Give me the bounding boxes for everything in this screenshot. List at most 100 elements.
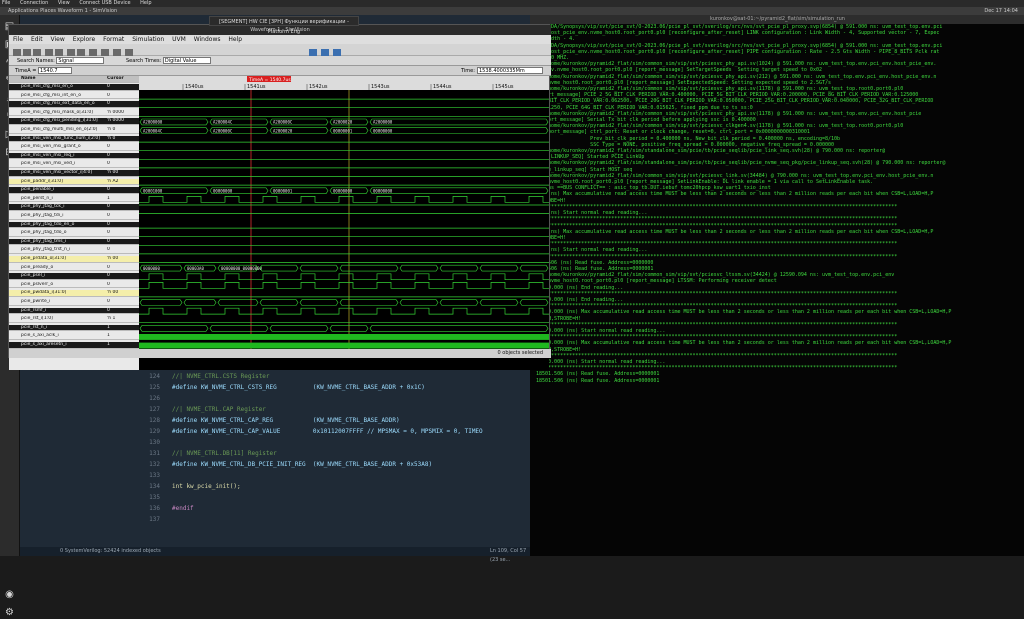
signal-row[interactable]: pcie_s_axi_aresetn_i 1 [9, 342, 139, 349]
menu-help[interactable]: Help [228, 36, 242, 43]
menu-format[interactable]: Format [103, 36, 124, 43]
signal-row[interactable]: pcie_msi_cfg_msi_pending_i[31:0] 'h 0000 [9, 118, 139, 125]
code-line[interactable]: //| NVME_CTRL.DB[11] Register [172, 450, 277, 457]
terminal-window[interactable]: kuronkov@sat-01:~/pyramid2_flat/sim/simu… [530, 15, 1024, 556]
waveform-plot[interactable]: 1540us 1541us 1542us 1543us 1544us 1545us Time… [139, 70, 549, 370]
timeA-input[interactable]: 1540.7 [38, 67, 73, 74]
search-bar: Search Names: Signal Search Times: Digit… [9, 56, 551, 66]
waveform-svg[interactable]: 1540us 1541us 1542us 1543us 1544us 1545us Time… [139, 70, 549, 366]
bus-value-label: 00000001 [273, 189, 293, 194]
menu-file[interactable]: File [0, 0, 10, 6]
signal-row[interactable]: pcie_phy_jtag_tdo_en_o 0 [9, 221, 139, 229]
account-icon[interactable]: ◉ [4, 589, 16, 601]
signal-row[interactable]: pcie_phy_jtag_tms_i 0 [9, 238, 139, 246]
terminal-tab[interactable]: kuronkov@sat-01:~/pyramid2_flat/sim/simu… [530, 15, 1024, 24]
bus-segment [299, 299, 339, 306]
signal-row[interactable]: pcie_rst_n_i 1 [9, 324, 139, 332]
signal-row[interactable]: pcie_pwdata_i[31:0] 'h 00 [9, 290, 139, 297]
menu-simulation[interactable]: Simulation [132, 36, 164, 43]
code-line[interactable]: //| NVME_CTRL.CAP Register [172, 406, 266, 413]
signal-row[interactable]: pcie_msi_cfg_msi_en_o 0 [9, 84, 139, 91]
signal-name: pcie_s_axi_aclk_i [21, 333, 59, 339]
search-names-input[interactable]: Signal [56, 57, 105, 64]
bus-segment [399, 264, 439, 272]
search-times-label: Search Times: [126, 58, 162, 64]
popup-title[interactable]: [SEGMENT] HW CIE [3PH] Функции верификац… [209, 16, 359, 35]
clock-band [139, 334, 549, 340]
bus-segment [479, 264, 519, 272]
signal-row[interactable]: pcie_phy_jtag_tdo_o 0 [9, 230, 139, 237]
signal-row[interactable]: pcie_prdata_o[31:0] 'h 00 [9, 256, 139, 263]
signal-row[interactable]: pcie_msi_ven_msi_func_num_i[2:0] 'h 0 [9, 135, 139, 143]
signal-row[interactable]: pcie_pready_o 0 [9, 265, 139, 272]
signal-cursor-value: 0 [107, 299, 110, 304]
menu-edit[interactable]: Edit [31, 36, 43, 43]
code-area[interactable]: 124 //| NVME_CTRL.CSTS Register 125 #define… [140, 373, 530, 533]
code-line[interactable]: #define KW_NVME_CTRL_DB_PCIE_INIT_REG (K… [172, 461, 432, 468]
signal-name: pcie_msi_cfg_msi_pending_i[31:0] [21, 118, 98, 124]
signal-row[interactable]: pcie_msi_cfg_msi_ext_data_en_o 0 [9, 101, 139, 108]
signal-cursor-value: 'h 0000 [107, 109, 124, 115]
menu-view[interactable]: View [51, 36, 65, 43]
menu-connection[interactable]: Connection [18, 0, 48, 6]
code-line[interactable]: //| NVME_CTRL.CSTS Register [172, 373, 270, 380]
line-number: 133 [149, 472, 160, 479]
signal-row[interactable]: pcie_phy_jtag_trst_n_i 0 [9, 247, 139, 254]
bus-value-label: A2000000 [143, 120, 163, 125]
signal-row[interactable]: pcie_pwrite_i 0 [9, 299, 139, 306]
menu-view[interactable]: View [56, 0, 70, 6]
signal-name: pcie_phy_jtag_tdi_i [21, 213, 64, 218]
signal-row[interactable]: pcie_msi_ven_msi_ved_i 0 [9, 161, 139, 168]
activities-menu[interactable]: Applications Places Waveform 1 - SimVisi… [8, 8, 117, 14]
search-times-select[interactable]: Digital Value [162, 57, 211, 64]
menu-explore[interactable]: Explore [73, 36, 96, 43]
cursor-header[interactable]: Cursor [107, 76, 124, 82]
signal-row[interactable]: pcie_s_axi_aclk_i 1 [9, 333, 139, 340]
signal-cursor-value: 0 [107, 204, 110, 210]
signal-name: pcie_msi_ven_msi_ved_i [21, 161, 76, 167]
cursor-position[interactable]: Ln 109, Col 57 (23 se... [490, 547, 530, 565]
menu-file[interactable]: File [13, 36, 23, 43]
signal-name: pcie_perst_n_i [21, 195, 53, 201]
menu-help[interactable]: Help [138, 0, 151, 6]
code-line[interactable]: #define KW_NVME_CTRL_CSTS_REG (KW_NVME_C… [172, 384, 425, 391]
signal-row[interactable]: pcie_pslverr_o 0 [9, 282, 139, 289]
signal-name: pcie_phy_jtag_tck_i [21, 204, 65, 210]
menu-connect-usb[interactable]: Connect USB Device [77, 0, 130, 6]
signal-row[interactable]: pcie_msi_ven_msi_grant_o 0 [9, 144, 139, 151]
signal-cursor-value: 0 [107, 221, 110, 227]
signal-list[interactable]: Name Cursor pcie_msi_cfg_msi_en_o 0 pcie_m… [9, 76, 139, 370]
bus-segment [369, 325, 549, 332]
signal-row[interactable]: pcie_phy_jtag_tdi_i 0 [9, 213, 139, 220]
menu-windows[interactable]: Windows [194, 36, 221, 43]
code-line[interactable]: int kw_pcie_init(); [172, 483, 241, 490]
signal-row[interactable]: pcie_rsmf_i 0 [9, 307, 139, 315]
time-input[interactable]: 1538.4000335Mm [477, 67, 543, 74]
signal-row[interactable]: pcie_msi_ven_msi_req_i 0 [9, 152, 139, 160]
ruler-tick-label: 1541us [247, 84, 266, 90]
signal-row[interactable]: pcie_msi_cfg_msi_int_en_o 0 [9, 93, 139, 100]
bus-value-label: A2000000 [373, 120, 393, 125]
signal-name: pcie_msi_ven_msi_grant_o [21, 144, 81, 150]
signal-row[interactable]: pcie_rst_i[1:0] 'h 1 [9, 316, 139, 323]
signal-row[interactable]: pcie_msi_cfg_multi_msi_en_o[2:0] 'h 0 [9, 127, 139, 134]
signal-row[interactable]: pcie_psel_i 0 [9, 273, 139, 280]
line-number: 129 [149, 428, 160, 435]
menu-uvm[interactable]: UVM [172, 36, 186, 43]
signal-cursor-value: 'h 00 [107, 290, 119, 296]
code-line[interactable]: #define KW_NVME_CTRL_CAP_REG (KW_NVME_CT… [172, 417, 400, 424]
settings-icon[interactable]: ⚙ [4, 607, 16, 619]
code-line[interactable]: #endif [172, 505, 194, 512]
signal-row[interactable]: pcie_msi_cfg_msi_mask_o[31:0] 'h 0000 [9, 110, 139, 117]
signal-row[interactable]: pcie_penable_i 0 [9, 187, 139, 194]
signal-name: pcie_phy_jtag_trst_n_i [21, 247, 71, 253]
signal-row[interactable]: pcie_phy_jtag_tck_i 0 [9, 204, 139, 211]
bus-segment [139, 325, 209, 332]
signal-row[interactable]: pcie_paddr_i[31:0] 'h A2 [9, 178, 139, 186]
signal-row[interactable]: pcie_perst_n_i 1 [9, 196, 139, 203]
code-line[interactable]: #define KW_NVME_CTRL_CAP_VALUE 0x1011200… [172, 428, 483, 435]
signal-cursor-value: 0 [107, 152, 110, 158]
name-header[interactable]: Name [21, 76, 105, 82]
signal-row[interactable]: pcie_msi_ven_msi_vector_i[4:0] 'h 00 [9, 170, 139, 177]
bus-segment [259, 264, 299, 272]
